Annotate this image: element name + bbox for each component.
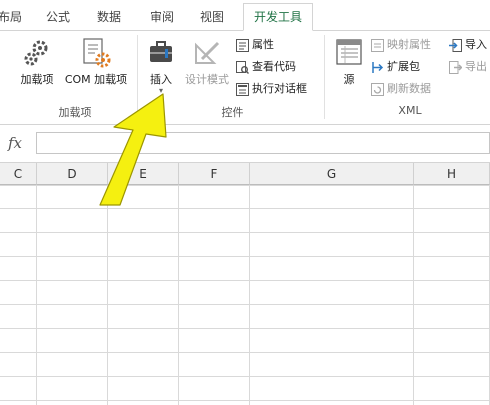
map-properties-icon bbox=[371, 38, 384, 52]
formula-input[interactable] bbox=[36, 132, 490, 154]
insert-button[interactable]: 插入 ▾ bbox=[145, 37, 177, 95]
tab-formulas[interactable]: 公式 bbox=[46, 8, 70, 25]
insert-button-label: 插入 bbox=[150, 73, 172, 86]
insert-dropdown-icon: ▾ bbox=[158, 86, 163, 95]
grid-line bbox=[0, 304, 490, 305]
column-header-d[interactable]: D bbox=[37, 163, 108, 185]
design-mode-button-label: 设计模式 bbox=[185, 73, 229, 86]
tab-data[interactable]: 数据 bbox=[97, 8, 121, 25]
grid-line bbox=[249, 185, 250, 405]
export-button[interactable]: 导出 bbox=[449, 58, 487, 76]
refresh-data-button[interactable]: 刷新数据 bbox=[371, 80, 431, 98]
properties-icon bbox=[236, 38, 249, 52]
tab-developer[interactable]: 开发工具 bbox=[243, 3, 313, 31]
import-button[interactable]: 导入 bbox=[449, 36, 487, 54]
tab-view[interactable]: 视图 bbox=[200, 8, 224, 25]
controls-group-label: 控件 bbox=[221, 106, 244, 119]
refresh-data-icon bbox=[371, 82, 384, 96]
column-header-e[interactable]: E bbox=[108, 163, 179, 185]
view-code-icon bbox=[236, 60, 249, 74]
ribbon: 加载项 COM 加载项 加载项 插入 ▾ 设计模式 属性 查看代码 执行对话框 … bbox=[0, 31, 490, 125]
toolbox-icon bbox=[146, 37, 176, 69]
design-mode-icon bbox=[192, 37, 222, 69]
grid-line bbox=[0, 352, 490, 353]
addins-button-label: 加载项 bbox=[20, 73, 54, 86]
gears-icon bbox=[22, 37, 52, 69]
grid-line bbox=[0, 400, 490, 401]
properties-button[interactable]: 属性 bbox=[236, 36, 274, 54]
grid-line bbox=[0, 256, 490, 257]
export-icon bbox=[449, 60, 463, 74]
source-button[interactable]: 源 bbox=[333, 37, 365, 87]
import-button-label: 导入 bbox=[465, 38, 487, 51]
tab-review[interactable]: 审阅 bbox=[150, 8, 174, 25]
refresh-data-button-label: 刷新数据 bbox=[387, 82, 431, 95]
map-properties-button[interactable]: 映射属性 bbox=[371, 36, 431, 54]
grid-line bbox=[0, 185, 490, 186]
group-separator bbox=[137, 35, 138, 119]
grid-line bbox=[413, 185, 414, 405]
map-properties-button-label: 映射属性 bbox=[387, 38, 431, 51]
column-header-f[interactable]: F bbox=[179, 163, 250, 185]
com-addins-button[interactable]: COM 加载项 bbox=[61, 37, 131, 87]
grid-line bbox=[0, 208, 490, 209]
grid-line bbox=[0, 232, 490, 233]
addins-button[interactable]: 加载项 bbox=[17, 37, 57, 87]
grid-line bbox=[0, 376, 490, 377]
view-code-button[interactable]: 查看代码 bbox=[236, 58, 296, 76]
run-dialog-button-label: 执行对话框 bbox=[252, 82, 307, 95]
com-addins-button-label: COM 加载项 bbox=[64, 73, 128, 86]
grid-line bbox=[0, 328, 490, 329]
grid-line bbox=[0, 280, 490, 281]
expansion-packs-button[interactable]: 扩展包 bbox=[371, 58, 420, 76]
tab-page-layout[interactable]: 布局 bbox=[0, 8, 22, 25]
group-separator bbox=[324, 35, 325, 119]
com-addins-icon bbox=[80, 37, 112, 69]
run-dialog-icon bbox=[236, 82, 249, 96]
view-code-button-label: 查看代码 bbox=[252, 60, 296, 73]
column-header-c[interactable]: C bbox=[0, 163, 37, 185]
grid-line bbox=[178, 185, 179, 405]
insert-function-button[interactable]: fx bbox=[0, 133, 30, 153]
export-button-label: 导出 bbox=[465, 60, 487, 73]
source-button-label: 源 bbox=[343, 73, 355, 86]
grid-line bbox=[36, 185, 37, 405]
properties-button-label: 属性 bbox=[252, 38, 274, 51]
addins-group-label: 加载项 bbox=[58, 106, 92, 119]
cell-grid[interactable] bbox=[0, 185, 490, 405]
column-header-h[interactable]: H bbox=[414, 163, 490, 185]
expansion-packs-icon bbox=[371, 61, 384, 74]
expansion-packs-button-label: 扩展包 bbox=[387, 60, 420, 73]
import-icon bbox=[449, 38, 462, 52]
run-dialog-button[interactable]: 执行对话框 bbox=[236, 80, 307, 98]
column-header-g[interactable]: G bbox=[250, 163, 414, 185]
formula-bar: fx bbox=[0, 125, 490, 163]
xml-group-label: XML bbox=[398, 104, 422, 117]
xml-source-icon bbox=[334, 37, 364, 69]
design-mode-button[interactable]: 设计模式 bbox=[181, 37, 233, 87]
grid-line bbox=[107, 185, 108, 405]
ribbon-tab-bar: 布局 公式 数据 审阅 视图 开发工具 bbox=[0, 0, 490, 31]
